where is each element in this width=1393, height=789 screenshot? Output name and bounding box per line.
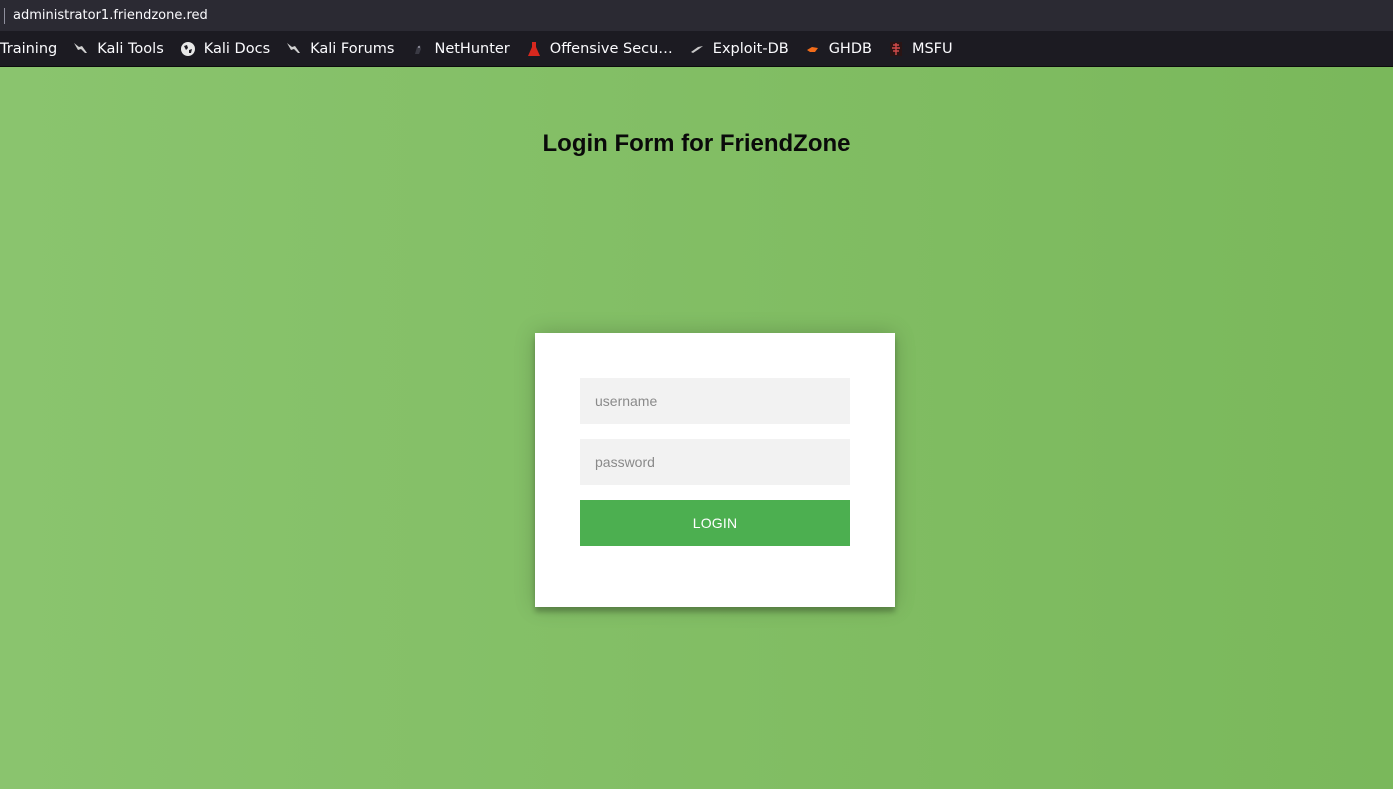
address-bar[interactable]: administrator1.friendzone.red	[0, 0, 1393, 31]
bookmark-exploit-db[interactable]: Exploit-DB	[689, 41, 789, 57]
kali-dragon-icon	[286, 41, 302, 57]
offsec-icon	[526, 41, 542, 57]
bookmark-ghdb[interactable]: GHDB	[805, 41, 872, 57]
nethunter-icon	[410, 41, 426, 57]
page-body: Login Form for FriendZone LOGIN	[0, 67, 1393, 789]
bookmark-label: GHDB	[828, 40, 872, 57]
bookmark-label: Offensive Secu…	[549, 40, 673, 57]
bookmark-label: MSFU	[911, 40, 953, 57]
bookmark-label: Kali Forums	[310, 40, 395, 57]
password-input[interactable]	[580, 439, 850, 485]
page-title: Login Form for FriendZone	[542, 130, 851, 157]
bookmark-kali-tools[interactable]: Kali Tools	[73, 41, 164, 57]
login-card: LOGIN	[535, 333, 895, 607]
url-text[interactable]: administrator1.friendzone.red	[13, 8, 208, 23]
login-button[interactable]: LOGIN	[580, 500, 850, 546]
bookmark-label: Training	[0, 40, 58, 57]
bookmark-kali-forums[interactable]: Kali Forums	[286, 41, 394, 57]
bookmark-label: Kali Tools	[97, 40, 164, 57]
ghdb-icon	[805, 41, 821, 57]
bookmark-label: Exploit-DB	[712, 40, 789, 57]
bookmark-training[interactable]: Training	[0, 41, 57, 57]
bookmark-offensive-security[interactable]: Offensive Secu…	[526, 41, 673, 57]
bookmarks-toolbar: Training Kali Tools Kali Docs Kali Forum…	[0, 31, 1393, 67]
bookmark-kali-docs[interactable]: Kali Docs	[180, 41, 270, 57]
bookmark-label: Kali Docs	[203, 40, 271, 57]
bookmark-msfu[interactable]: MSFU	[888, 41, 953, 57]
exploit-db-icon	[689, 41, 705, 57]
msfu-icon	[888, 41, 904, 57]
bookmark-label: NetHunter	[434, 40, 510, 57]
text-cursor	[4, 7, 5, 24]
bookmark-nethunter[interactable]: NetHunter	[410, 40, 510, 57]
username-input[interactable]	[580, 378, 850, 424]
globe-icon	[180, 41, 196, 57]
kali-dragon-icon	[73, 41, 89, 57]
